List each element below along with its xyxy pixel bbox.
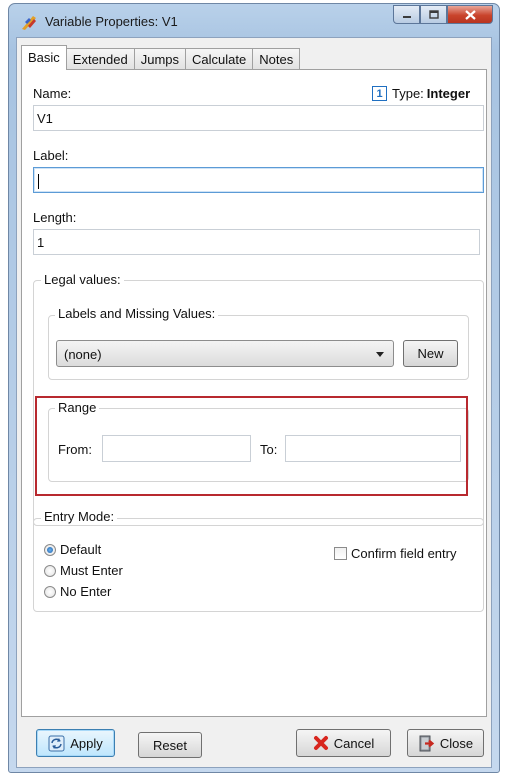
- label-field[interactable]: [33, 167, 484, 193]
- labels-missing-title: Labels and Missing Values:: [55, 306, 219, 321]
- radio-default[interactable]: [44, 544, 56, 556]
- chevron-down-icon: [376, 352, 384, 357]
- label-label: Label:: [33, 148, 69, 163]
- tab-strip: Basic Extended Jumps Calculate Notes: [21, 45, 301, 70]
- apply-button[interactable]: Apply: [36, 729, 115, 757]
- name-field[interactable]: V1: [33, 105, 484, 131]
- close-button[interactable]: Close: [407, 729, 484, 757]
- dialog-client-area: Basic Extended Jumps Calculate Notes Nam…: [16, 37, 492, 768]
- confirm-field-entry-label[interactable]: Confirm field entry: [351, 546, 456, 561]
- radio-must-enter[interactable]: [44, 565, 56, 577]
- labels-missing-dropdown[interactable]: (none): [56, 340, 394, 367]
- radio-must-enter-label[interactable]: Must Enter: [60, 563, 123, 578]
- length-label: Length:: [33, 210, 77, 225]
- close-icon: [464, 9, 476, 20]
- cancel-label: Cancel: [333, 735, 375, 751]
- title-bar[interactable]: Variable Properties: V1: [9, 4, 499, 38]
- legal-values-title: Legal values:: [41, 272, 124, 287]
- window-title: Variable Properties: V1: [45, 14, 178, 29]
- reset-button[interactable]: Reset: [138, 732, 202, 758]
- name-label: Name:: [33, 86, 72, 101]
- dialog-window: Variable Properties: V1 Basic Extended J…: [8, 3, 500, 773]
- exit-door-icon: [419, 735, 435, 751]
- caption-buttons: [393, 5, 493, 25]
- radio-no-enter-label[interactable]: No Enter: [60, 584, 111, 599]
- minimize-button[interactable]: [393, 5, 420, 24]
- name-value: V1: [37, 111, 53, 126]
- new-button[interactable]: New: [403, 340, 458, 367]
- cancel-button[interactable]: Cancel: [296, 729, 391, 757]
- tab-extended[interactable]: Extended: [65, 48, 135, 69]
- type-badge: 1: [372, 86, 387, 101]
- radio-no-enter[interactable]: [44, 586, 56, 598]
- tab-jumps[interactable]: Jumps: [133, 48, 187, 69]
- type-value: Integer: [426, 86, 471, 101]
- text-caret: [38, 174, 39, 190]
- basic-panel: Name: 1 Type: Integer V1 Label: Length: 1…: [21, 69, 487, 717]
- refresh-icon: [48, 735, 65, 751]
- length-value: 1: [37, 235, 45, 250]
- app-icon: [22, 16, 36, 30]
- length-field[interactable]: 1: [33, 229, 480, 255]
- range-highlight-box: [35, 396, 468, 496]
- tab-basic[interactable]: Basic: [21, 45, 67, 70]
- close-label: Close: [439, 735, 474, 751]
- button-bar: Apply Reset Cancel Close: [17, 718, 493, 768]
- entry-mode-title: Entry Mode:: [41, 509, 118, 524]
- cancel-x-icon: [313, 736, 328, 750]
- radio-default-label[interactable]: Default: [60, 542, 101, 557]
- close-window-button[interactable]: [447, 5, 493, 24]
- type-prefix: Type:: [392, 86, 424, 101]
- tab-notes[interactable]: Notes: [252, 48, 301, 69]
- minimize-icon: [402, 15, 411, 18]
- tab-calculate[interactable]: Calculate: [185, 48, 254, 69]
- maximize-button[interactable]: [420, 5, 447, 24]
- type-indicator: Type: Integer: [392, 86, 470, 101]
- maximize-icon: [428, 10, 439, 19]
- apply-label: Apply: [70, 735, 103, 751]
- confirm-field-entry-checkbox[interactable]: [334, 547, 347, 560]
- dropdown-selected: (none): [64, 347, 102, 362]
